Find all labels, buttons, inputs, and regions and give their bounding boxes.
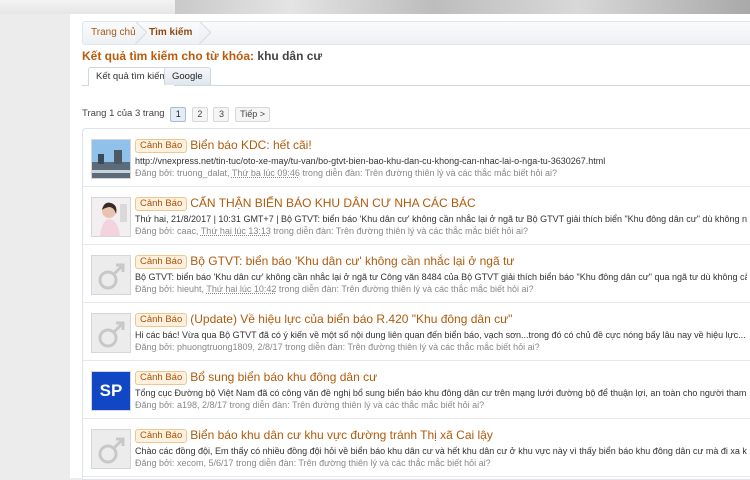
- breadcrumb-current[interactable]: Tìm kiếm: [149, 22, 192, 44]
- result-thumbnail-person[interactable]: [91, 197, 131, 237]
- result-snippet: Thứ hai, 21/8/2017 | 10:31 GMT+7 | Bộ GT…: [135, 214, 747, 224]
- default-avatar-icon[interactable]: [91, 313, 131, 353]
- result-prefix-badge: Cảnh Báo: [135, 371, 188, 385]
- meta-posted-by-label: Đăng bởi:: [135, 342, 175, 352]
- result-title[interactable]: Bổ sung biển báo khu đông dân cư: [190, 370, 377, 384]
- search-result-item: Cảnh Báo (Update) Về hiệu lực của biển bá…: [83, 303, 750, 361]
- page-link-1[interactable]: 1: [170, 106, 187, 122]
- result-prefix-badge: Cảnh Báo: [135, 197, 188, 211]
- meta-forum-label: trong diễn đàn:: [285, 342, 346, 352]
- search-result-item: Cảnh Báo Biển báo khu dân cư khu vực đườn…: [83, 419, 750, 477]
- result-date: 2/8/17: [202, 400, 228, 410]
- result-title-link[interactable]: Cảnh Báo (Update) Về hiệu lực của biển bá…: [135, 311, 747, 327]
- result-meta: Đăng bởi: truong_dalat, Thứ ba lúc 09:46…: [135, 168, 558, 178]
- result-thumbnail-sp-logo[interactable]: SP: [91, 371, 131, 411]
- meta-posted-by-label: Đăng bởi:: [135, 226, 175, 236]
- result-author-link[interactable]: a198: [177, 400, 197, 410]
- result-author-link[interactable]: phuongtruong1809: [177, 342, 253, 352]
- result-title[interactable]: Biển báo KDC: hết cãi!: [190, 138, 311, 152]
- search-result-item: Cảnh Báo CẨN THẬN BIỂN BÁO KHU DÂN CƯ NHA…: [83, 187, 750, 245]
- meta-forum-label: trong diễn đàn:: [302, 168, 363, 178]
- page-title-keyword: khu dân cư: [257, 49, 323, 63]
- result-author-link[interactable]: hieuht: [177, 284, 202, 294]
- result-snippet: Bộ GTVT: biển báo 'Khu dân cư' không cần…: [135, 272, 747, 282]
- result-snippet: Hi các bác! Vừa qua Bộ GTVT đã có ý kiến…: [135, 330, 746, 340]
- search-result-item: Cảnh Báo Bộ GTVT: biển báo 'Khu dân cư' k…: [83, 245, 750, 303]
- result-snippet: http://vnexpress.net/tin-tuc/oto-xe-may/…: [135, 156, 606, 166]
- result-prefix-badge: Cảnh Báo: [135, 139, 188, 153]
- result-author-link[interactable]: truong_dalat: [177, 168, 227, 178]
- result-prefix-badge: Cảnh Báo: [135, 255, 188, 269]
- result-meta: Đăng bởi: caac, Thứ hai lúc 13:13 trong …: [135, 226, 528, 236]
- pagination: Trang 1 của 3 trang 1 2 3 Tiếp >: [82, 106, 271, 122]
- result-prefix-badge: Cảnh Báo: [135, 313, 188, 327]
- result-title-link[interactable]: Cảnh Báo Biển báo khu dân cư khu vực đườn…: [135, 427, 747, 443]
- result-title[interactable]: (Update) Về hiệu lực của biển báo R.420 …: [190, 312, 512, 326]
- result-thumbnail-landscape[interactable]: [91, 139, 131, 179]
- page-title: Kết quả tìm kiếm cho từ khóa: khu dân cư: [82, 49, 322, 63]
- top-strip: [0, 0, 750, 14]
- meta-forum-label: trong diễn đàn:: [236, 458, 297, 468]
- result-meta: Đăng bởi: a198, 2/8/17 trong diễn đàn: T…: [135, 400, 485, 410]
- result-meta: Đăng bởi: phuongtruong1809, 2/8/17 trong…: [135, 342, 540, 352]
- result-date: Thứ hai lúc 13:13: [200, 226, 271, 236]
- result-title[interactable]: CẨN THẬN BIỂN BÁO KHU DÂN CƯ NHA CÁC BÁC: [190, 196, 475, 210]
- result-forum-link[interactable]: Trên đường thiên lý và các thắc mắc biết…: [365, 168, 557, 178]
- pagination-text: Trang 1 của 3 trang: [82, 108, 165, 119]
- tab-google[interactable]: Google: [164, 67, 211, 85]
- result-snippet: Chào các đồng đội, Em thấy có nhiều đồng…: [135, 446, 747, 456]
- result-prefix-badge: Cảnh Báo: [135, 429, 188, 443]
- meta-posted-by-label: Đăng bởi:: [135, 400, 175, 410]
- breadcrumb-separator: [135, 22, 147, 44]
- meta-forum-label: trong diễn đàn:: [273, 226, 334, 236]
- result-forum-link[interactable]: Trên đường thiên lý và các thắc mắc biết…: [347, 342, 539, 352]
- result-author-link[interactable]: xecom: [177, 458, 204, 468]
- result-snippet: Tổng cục Đường bộ Việt Nam đã có công vă…: [135, 388, 747, 398]
- default-avatar-icon[interactable]: [91, 429, 131, 469]
- result-author-link[interactable]: caac: [177, 226, 196, 236]
- result-title-link[interactable]: Cảnh Báo CẨN THẬN BIỂN BÁO KHU DÂN CƯ NHA…: [135, 195, 747, 211]
- meta-posted-by-label: Đăng bởi:: [135, 168, 175, 178]
- search-tabs: Kết quả tìm kiếm Google: [82, 67, 750, 86]
- result-date: 2/8/17: [257, 342, 283, 352]
- result-title-link[interactable]: Cảnh Báo Biển báo KDC: hết cãi!: [135, 137, 747, 153]
- search-result-item: SP Cảnh Báo Bổ sung biển báo khu đông dân…: [83, 361, 750, 419]
- meta-forum-label: trong diễn đàn:: [229, 400, 290, 410]
- result-title[interactable]: Bộ GTVT: biển báo 'Khu dân cư' không cần…: [190, 254, 514, 268]
- page-link-3[interactable]: 3: [213, 106, 230, 122]
- result-meta: Đăng bởi: hieuht, Thứ hai lúc 10:42 tron…: [135, 284, 534, 294]
- result-forum-link[interactable]: Trên đường thiên lý và các thắc mắc biết…: [292, 400, 484, 410]
- default-avatar-icon[interactable]: [91, 255, 131, 295]
- result-date: Thứ hai lúc 10:42: [206, 284, 277, 294]
- result-forum-link[interactable]: Trên đường thiên lý và các thắc mắc biết…: [341, 284, 533, 294]
- sp-logo-icon: SP: [92, 372, 130, 410]
- main-content: Trang chủ Tìm kiếm Kết quả tìm kiếm cho …: [70, 14, 750, 480]
- tab-search-results[interactable]: Kết quả tìm kiếm: [88, 67, 176, 86]
- result-title-link[interactable]: Cảnh Báo Bổ sung biển báo khu đông dân cư: [135, 369, 747, 385]
- breadcrumb-home[interactable]: Trang chủ: [91, 22, 136, 44]
- header-banner-image: [175, 0, 750, 14]
- result-date: 5/6/17: [208, 458, 234, 468]
- result-forum-link[interactable]: Trên đường thiên lý và các thắc mắc biết…: [298, 458, 490, 468]
- breadcrumb-separator: [199, 22, 211, 44]
- next-page-button[interactable]: Tiếp >: [235, 106, 271, 122]
- meta-posted-by-label: Đăng bởi:: [135, 284, 175, 294]
- breadcrumb: Trang chủ Tìm kiếm: [82, 21, 750, 45]
- page-title-prefix: Kết quả tìm kiếm cho từ khóa:: [82, 49, 255, 63]
- result-title[interactable]: Biển báo khu dân cư khu vực đường tránh …: [190, 428, 493, 442]
- meta-posted-by-label: Đăng bởi:: [135, 458, 175, 468]
- search-results-list: Cảnh Báo Biển báo KDC: hết cãi! http://vn…: [82, 128, 750, 480]
- result-title-link[interactable]: Cảnh Báo Bộ GTVT: biển báo 'Khu dân cư' k…: [135, 253, 747, 269]
- result-meta: Đăng bởi: xecom, 5/6/17 trong diễn đàn: …: [135, 458, 491, 468]
- meta-forum-label: trong diễn đàn:: [278, 284, 339, 294]
- search-result-item: Cảnh Báo Biển báo KDC: hết cãi! http://vn…: [83, 129, 750, 187]
- result-forum-link[interactable]: Trên đường thiên lý và các thắc mắc biết…: [336, 226, 528, 236]
- page-link-2[interactable]: 2: [191, 106, 208, 122]
- result-date: Thứ ba lúc 09:46: [231, 168, 300, 178]
